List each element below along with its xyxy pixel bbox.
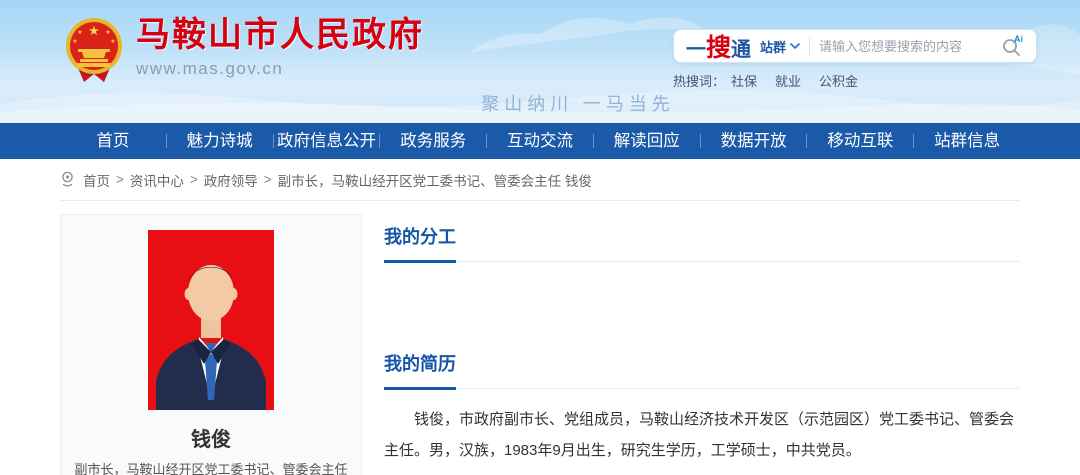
chevron-down-icon [790, 43, 800, 49]
section-resume-heading: 我的简历 [384, 354, 456, 374]
main-nav-inner: 首页 魅力诗城 政府信息公开 政务服务 互动交流 解读回应 数据开放 移动互联 … [60, 123, 1020, 159]
nav-item-interpretation[interactable]: 解读回应 [594, 123, 700, 159]
svg-text:★: ★ [88, 23, 100, 38]
section-duties-body [384, 262, 1020, 350]
location-pin-icon [62, 171, 73, 187]
section-duties: 我的分工 [384, 223, 1020, 350]
search-brand: 一搜通 [686, 34, 752, 62]
breadcrumb-gov-leaders[interactable]: 政府领导 [204, 170, 258, 190]
national-emblem-icon: ★ ★ ★ ★ ★ [66, 18, 122, 82]
nav-item-gov-info[interactable]: 政府信息公开 [274, 123, 380, 159]
nav-item-mobile[interactable]: 移动互联 [807, 123, 913, 159]
nav-item-home[interactable]: 首页 [60, 123, 166, 159]
breadcrumb-home[interactable]: 首页 [83, 170, 110, 190]
nav-item-interaction[interactable]: 互动交流 [487, 123, 593, 159]
profile-title: 副市长，马鞍山经开区党工委书记、管委会主任 [74, 462, 348, 475]
svg-text:★: ★ [110, 38, 115, 45]
search-ai-icon: Ai [1003, 34, 1023, 56]
svg-text:★: ★ [105, 29, 110, 36]
hot-search-label: 热搜词： [673, 74, 726, 89]
site-url: www.mas.gov.cn [136, 59, 284, 79]
breadcrumb-news-center[interactable]: 资讯中心 [130, 170, 184, 190]
search-box: 一搜通 站群 Ai [673, 29, 1037, 63]
hot-search-row: 热搜词： 社保 就业 公积金 [673, 71, 1037, 90]
resume-text: 钱俊，市政府副市长、党组成员，马鞍山经济技术开发区（示范园区）党工委书记、管委会… [384, 411, 1015, 459]
search-scope-label: 站群 [760, 39, 787, 55]
nav-item-open-data[interactable]: 数据开放 [701, 123, 807, 159]
svg-text:Ai: Ai [1014, 34, 1023, 44]
section-duties-heading: 我的分工 [384, 227, 456, 247]
hot-keyword-gongjijin[interactable]: 公积金 [819, 74, 858, 89]
main-content: 钱俊 副市长，马鞍山经开区党工委书记、管委会主任 我的分工 我的简历 钱俊，市政… [0, 201, 1080, 475]
site-logo[interactable]: ★ ★ ★ ★ ★ 马鞍山市人民政府 www.mas.gov.cn [64, 16, 424, 84]
breadcrumb-separator: > [116, 172, 124, 187]
nav-item-gov-services[interactable]: 政务服务 [380, 123, 486, 159]
svg-text:★: ★ [72, 38, 77, 45]
profile-name: 钱俊 [191, 429, 231, 451]
hot-keyword-shebao[interactable]: 社保 [731, 74, 757, 89]
nav-item-site-group[interactable]: 站群信息 [914, 123, 1020, 159]
breadcrumb-bar: 首页 > 资讯中心 > 政府领导 > 副市长，马鞍山经开区党工委书记、管委会主任… [0, 159, 1080, 201]
profile-photo [148, 230, 274, 410]
site-header: ★ ★ ★ ★ ★ 马鞍山市人民政府 www.mas.gov.cn 聚山纳川 一… [0, 0, 1080, 123]
city-motto: 聚山纳川 一马当先 [481, 94, 675, 114]
search-scope-dropdown[interactable]: 站群 [760, 37, 800, 56]
search-input[interactable] [819, 38, 998, 54]
profile-detail: 我的分工 我的简历 钱俊，市政府副市长、党组成员，马鞍山经济技术开发区（示范园区… [384, 214, 1020, 475]
profile-card: 钱俊 副市长，马鞍山经开区党工委书记、管委会主任 [60, 214, 362, 475]
search-area: 一搜通 站群 Ai 热搜词： 社保 就业 公积金 [673, 29, 1037, 90]
breadcrumb-separator: > [189, 172, 198, 187]
breadcrumb-separator: > [263, 172, 272, 187]
site-title: 马鞍山市人民政府 [136, 16, 424, 54]
search-divider [809, 37, 811, 55]
section-duties-header: 我的分工 [384, 223, 1020, 263]
main-nav: 首页 魅力诗城 政府信息公开 政务服务 互动交流 解读回应 数据开放 移动互联 … [0, 123, 1080, 159]
section-resume-header: 我的简历 [384, 350, 1020, 390]
hot-keyword-jiuye[interactable]: 就业 [775, 74, 801, 89]
search-button[interactable]: Ai [998, 34, 1028, 58]
section-resume: 我的简历 钱俊，市政府副市长、党组成员，马鞍山经济技术开发区（示范园区）党工委书… [384, 350, 1020, 466]
breadcrumb: 首页 > 资讯中心 > 政府领导 > 副市长，马鞍山经开区党工委书记、管委会主任… [60, 159, 1020, 201]
nav-item-charm-city[interactable]: 魅力诗城 [167, 123, 273, 159]
svg-text:★: ★ [77, 29, 82, 36]
breadcrumb-current-page: 副市长，马鞍山经开区党工委书记、管委会主任 钱俊 [277, 173, 592, 189]
logo-text: 马鞍山市人民政府 www.mas.gov.cn [136, 16, 424, 79]
